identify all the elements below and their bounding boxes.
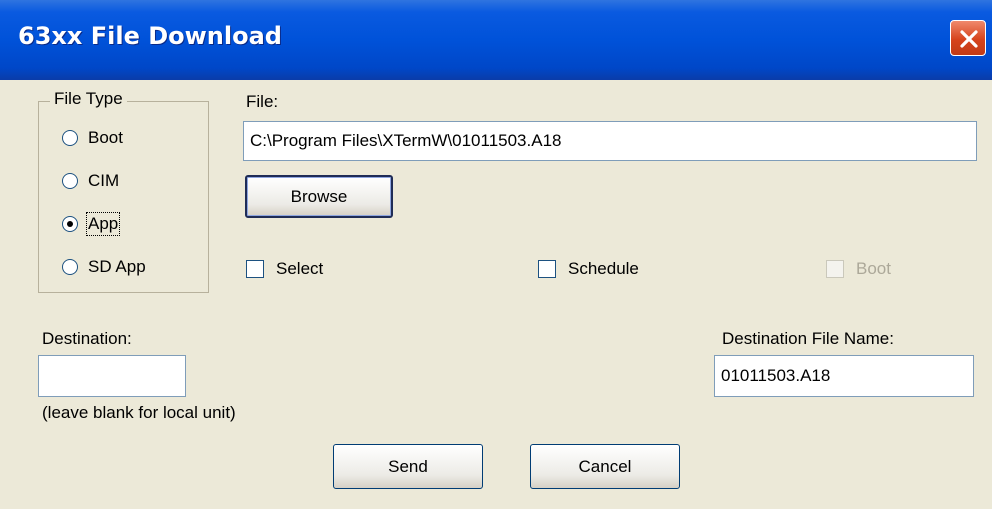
file-type-legend: File Type [50,89,127,109]
radio-button[interactable] [62,259,78,275]
file-download-dialog: 63xx File Download File Type Boot CIM Ap… [0,0,992,509]
dest-file-name-label: Destination File Name: [722,329,894,348]
cancel-button[interactable]: Cancel [530,444,680,489]
browse-button[interactable]: Browse [245,175,393,218]
radio-label: SD App [88,257,146,276]
radio-button[interactable] [62,130,78,146]
checkbox-schedule[interactable]: Schedule [538,259,639,279]
radio-label: Boot [88,128,123,147]
checkbox-select[interactable]: Select [246,259,323,279]
dest-file-name-input[interactable]: 01011503.A18 [714,355,974,397]
radio-sd-app[interactable]: SD App [62,257,146,277]
file-path-input[interactable]: C:\Program Files\XTermW\01011503.A18 [243,121,977,161]
radio-app[interactable]: App [62,212,121,236]
radio-cim[interactable]: CIM [62,171,119,191]
checkbox-label: Schedule [568,259,639,278]
file-label: File: [246,92,279,111]
checkbox[interactable] [246,260,264,278]
radio-label: CIM [88,171,120,190]
checkbox-boot: Boot [826,259,891,279]
destination-label: Destination: [42,329,132,348]
destination-input[interactable] [38,355,186,397]
radio-label: App [85,212,121,236]
radio-button[interactable] [62,216,78,232]
checkbox[interactable] [538,260,556,278]
destination-hint: (leave blank for local unit) [42,403,236,422]
radio-button[interactable] [62,173,78,189]
window-title: 63xx File Download [18,22,282,50]
title-bar[interactable]: 63xx File Download [0,0,992,80]
checkbox [826,260,844,278]
radio-boot[interactable]: Boot [62,128,123,148]
checkbox-label: Boot [856,259,891,278]
close-button[interactable] [950,20,986,56]
checkbox-label: Select [276,259,324,278]
close-icon [960,30,978,48]
send-button[interactable]: Send [333,444,483,489]
